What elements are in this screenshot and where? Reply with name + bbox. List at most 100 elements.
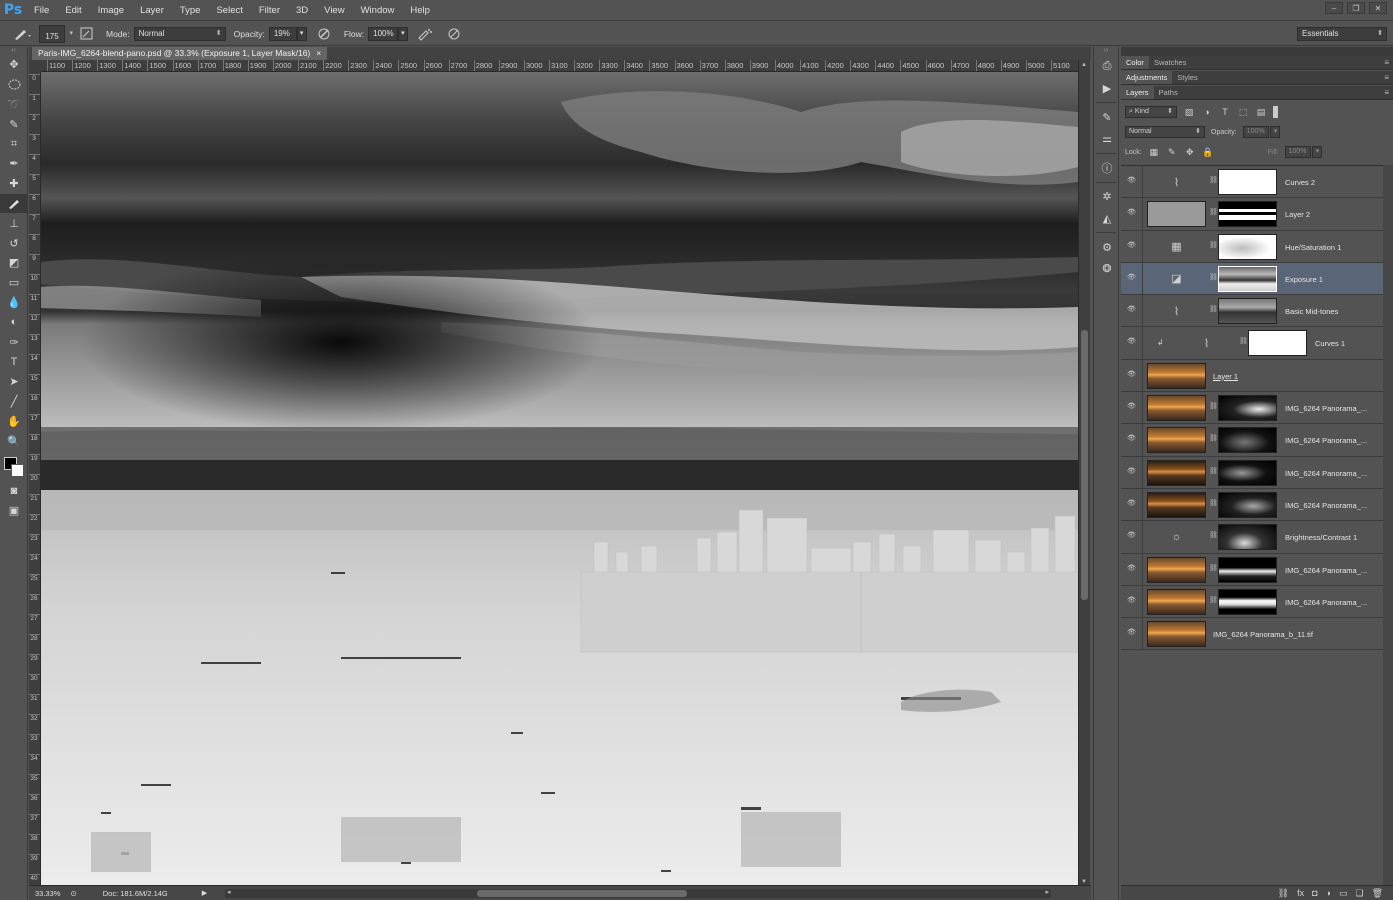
layer-name[interactable]: IMG_6264 Panorama_... bbox=[1285, 501, 1367, 510]
layer-thumbnail[interactable] bbox=[1147, 588, 1206, 615]
layer-mask-thumbnail[interactable] bbox=[1218, 491, 1277, 518]
visibility-eye-icon[interactable]: 👁 bbox=[1127, 532, 1137, 540]
brightness-icon[interactable]: ☼ bbox=[1147, 524, 1206, 550]
layer-name[interactable]: Exposure 1 bbox=[1285, 275, 1323, 284]
lock-transparent-icon[interactable]: ▦ bbox=[1148, 147, 1160, 158]
mask-link-icon[interactable]: ⛓ bbox=[1209, 176, 1218, 184]
adjustments-panel-menu-icon[interactable]: ≡ bbox=[1384, 73, 1389, 82]
visibility-eye-icon[interactable]: 👁 bbox=[1127, 500, 1137, 508]
visibility-eye-icon[interactable]: 👁 bbox=[1127, 597, 1137, 605]
path-selection-tool-icon[interactable]: ➤ bbox=[0, 372, 28, 392]
layer-row[interactable]: 👁 ⛓ Layer 2 bbox=[1121, 198, 1383, 231]
layer-row[interactable]: 👁 ⛓ IMG_6264 Panorama_... bbox=[1121, 424, 1383, 457]
filter-toggle-icon[interactable] bbox=[1273, 106, 1278, 118]
layer-row[interactable]: 👁 ◪ ⛓ Exposure 1 bbox=[1121, 262, 1383, 296]
fill-dropdown[interactable]: ▾ bbox=[1311, 146, 1322, 158]
horizontal-scroll-thumb[interactable] bbox=[477, 890, 687, 897]
mask-link-icon[interactable]: ⛓ bbox=[1209, 467, 1218, 475]
workspace-select[interactable]: Essentials ⬍ bbox=[1297, 27, 1387, 41]
brush-size-picker[interactable]: 175 ▾ bbox=[39, 24, 73, 43]
layer-row[interactable]: 👁 IMG_6264 Panorama_b_11.tif bbox=[1121, 618, 1383, 651]
mask-link-icon[interactable]: ⛓ bbox=[1209, 402, 1218, 410]
document-canvas[interactable] bbox=[41, 72, 1078, 885]
visibility-eye-icon[interactable]: 👁 bbox=[1127, 629, 1137, 637]
status-menu-arrow-icon[interactable]: ▶ bbox=[202, 889, 207, 897]
visibility-eye-icon[interactable]: 👁 bbox=[1127, 209, 1137, 217]
vertical-ruler[interactable]: 0 1 2 3 4 5 6 7 8 9 10 11 12 13 14 15 16 17 18 19 20 21 22 23 24… bbox=[29, 72, 41, 885]
mask-link-icon[interactable]: ⛓ bbox=[1209, 564, 1218, 572]
layer-name[interactable]: IMG_6264 Panorama_... bbox=[1285, 469, 1367, 478]
filter-pixel-icon[interactable]: ▨ bbox=[1183, 107, 1195, 118]
link-layers-icon[interactable]: ⛓ bbox=[1278, 888, 1289, 899]
horizontal-ruler[interactable]: 1100 1200 1300 1400 1500 1600 1700 1800 1900 2000… bbox=[41, 60, 1079, 72]
navigator-panel-icon[interactable]: ✲ bbox=[1094, 187, 1120, 207]
layer-mask-thumbnail[interactable] bbox=[1218, 588, 1277, 615]
layer-thumbnail[interactable] bbox=[1147, 621, 1206, 648]
pressure-size-icon[interactable] bbox=[445, 25, 463, 43]
layer-thumbnail[interactable] bbox=[1147, 427, 1206, 454]
layer-mask-thumbnail[interactable] bbox=[1218, 298, 1277, 325]
layer-name[interactable]: Basic Mid-tones bbox=[1285, 307, 1338, 316]
histogram-panel-icon[interactable]: ◭ bbox=[1094, 208, 1120, 228]
lock-position-icon[interactable]: ✥ bbox=[1184, 147, 1196, 158]
curves-icon[interactable]: ⌇ bbox=[1177, 330, 1236, 356]
dodge-tool-icon[interactable]: ◐ bbox=[0, 312, 28, 332]
layer-row[interactable]: 👁 ☼ ⛓ Brightness/Contrast 1 bbox=[1121, 521, 1383, 554]
layer-thumbnail[interactable] bbox=[1147, 362, 1206, 389]
tab-styles[interactable]: Styles bbox=[1172, 71, 1202, 84]
mask-link-icon[interactable]: ⛓ bbox=[1209, 596, 1218, 604]
screen-mode-icon[interactable]: ▣ bbox=[0, 501, 28, 521]
pen-tool-icon[interactable]: ✑ bbox=[0, 332, 28, 352]
fill-field[interactable]: 100% bbox=[1284, 146, 1311, 158]
background-color-swatch[interactable] bbox=[11, 463, 24, 477]
history-panel-icon[interactable]: ⎙ bbox=[1094, 57, 1120, 77]
menu-image[interactable]: Image bbox=[90, 0, 132, 21]
layer-row[interactable]: 👁 ⛓ IMG_6264 Panorama_... bbox=[1121, 488, 1383, 522]
filter-type-icon[interactable]: T bbox=[1219, 107, 1231, 117]
filter-shape-icon[interactable]: ⬚ bbox=[1237, 107, 1249, 118]
layer-thumbnail[interactable] bbox=[1147, 556, 1206, 583]
visibility-eye-icon[interactable]: 👁 bbox=[1127, 468, 1137, 476]
airbrush-icon[interactable] bbox=[416, 25, 434, 43]
filter-kind-select[interactable]: ⌕ Kind ⬍ bbox=[1125, 106, 1177, 118]
curves-icon[interactable]: ⌇ bbox=[1147, 298, 1206, 324]
menu-3d[interactable]: 3D bbox=[288, 0, 316, 21]
status-info-icon[interactable]: ⊙ bbox=[70, 889, 76, 898]
mask-link-icon[interactable]: ⛓ bbox=[1209, 531, 1218, 539]
vertical-scrollbar[interactable]: ▲ ▼ bbox=[1078, 60, 1090, 887]
layer-mask-thumbnail[interactable] bbox=[1218, 524, 1277, 551]
move-tool-icon[interactable]: ✥ bbox=[0, 55, 28, 75]
brush-panel-icon[interactable]: ✎ bbox=[1094, 107, 1120, 127]
layer-row[interactable]: 👁 ⛓ IMG_6264 Panorama_... bbox=[1121, 392, 1383, 425]
layer-row[interactable]: 👁 Layer 1 bbox=[1121, 359, 1383, 393]
layer-mask-thumbnail[interactable] bbox=[1218, 233, 1277, 260]
layer-name[interactable]: Curves 1 bbox=[1315, 339, 1345, 348]
lasso-tool-icon[interactable]: ➰ bbox=[0, 95, 28, 115]
layer-row[interactable]: 👁 ⛓ IMG_6264 Panorama_... bbox=[1121, 585, 1383, 619]
pressure-opacity-icon[interactable] bbox=[315, 25, 333, 43]
new-adjustment-layer-icon[interactable]: ◑ bbox=[1326, 888, 1331, 898]
brush-presets-panel-icon[interactable]: ⚌ bbox=[1094, 129, 1120, 149]
visibility-eye-icon[interactable]: 👁 bbox=[1127, 338, 1137, 346]
properties-panel-icon[interactable]: ⚙ bbox=[1094, 237, 1120, 257]
menu-edit[interactable]: Edit bbox=[57, 0, 89, 21]
zoom-level[interactable]: 33.33% bbox=[35, 889, 60, 898]
layer-style-icon[interactable]: fx bbox=[1297, 888, 1304, 898]
restore-button[interactable]: ❐ bbox=[1347, 2, 1365, 14]
zoom-tool-icon[interactable]: 🔍 bbox=[0, 431, 28, 451]
layer-name[interactable]: Brightness/Contrast 1 bbox=[1285, 533, 1357, 542]
blur-tool-icon[interactable]: 💧 bbox=[0, 293, 28, 313]
layers-panel-menu-icon[interactable]: ≡ bbox=[1384, 88, 1389, 97]
layer-opacity-dropdown[interactable]: ▾ bbox=[1269, 126, 1280, 138]
layers-scrollbar[interactable] bbox=[1383, 165, 1393, 885]
filter-smart-object-icon[interactable]: ▤ bbox=[1255, 107, 1267, 118]
layer-name[interactable]: Curves 2 bbox=[1285, 178, 1315, 187]
blend-mode-select[interactable]: Normal ⬍ bbox=[1125, 126, 1205, 138]
visibility-eye-icon[interactable]: 👁 bbox=[1127, 565, 1137, 573]
layer-row[interactable]: 👁 ⌇ ⛓ Curves 2 bbox=[1121, 166, 1383, 199]
layer-row[interactable]: 👁 ⌇ ⛓ Basic Mid-tones bbox=[1121, 295, 1383, 328]
mask-link-icon[interactable]: ⛓ bbox=[1209, 208, 1218, 216]
eyedropper-tool-icon[interactable]: ✒ bbox=[0, 154, 28, 174]
mask-link-icon[interactable]: ⛓ bbox=[1209, 273, 1218, 281]
layer-name[interactable]: IMG_6264 Panorama_... bbox=[1285, 436, 1367, 445]
